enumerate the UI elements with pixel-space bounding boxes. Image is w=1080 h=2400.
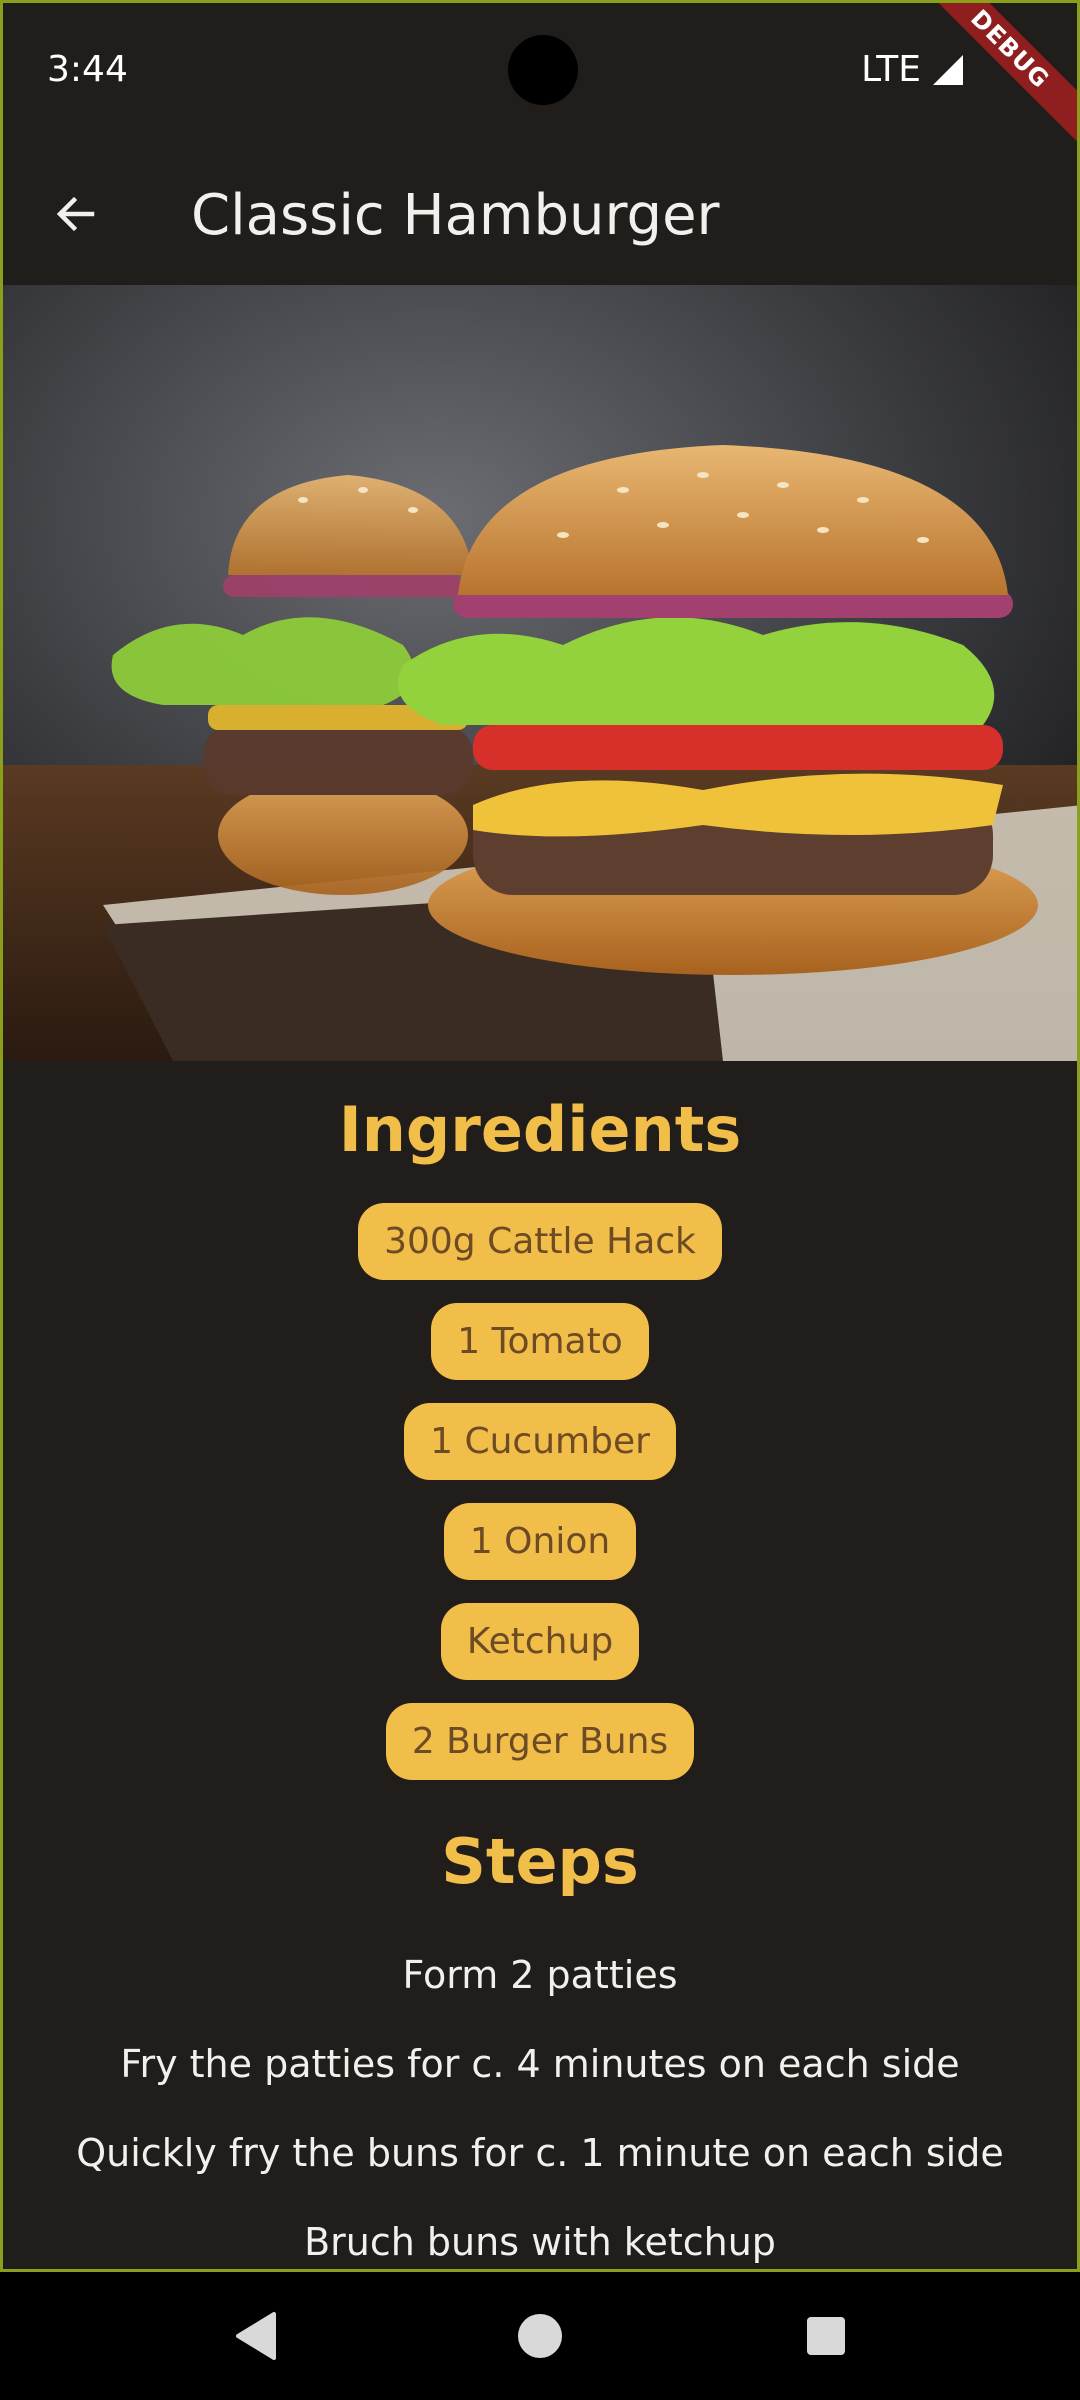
nav-home-icon [518,2314,562,2358]
step-item: Form 2 patties [402,1953,678,1997]
arrow-back-icon [56,196,95,232]
system-nav-bar [0,2272,1080,2400]
steps-heading: Steps [441,1825,639,1898]
status-bar: 3:44 LTE DEBUG [3,3,1077,144]
ingredients-list: 300g Cattle Hack 1 Tomato 1 Cucumber 1 O… [3,1203,1077,1803]
step-item: Fry the patties for c. 4 minutes on each… [120,2042,960,2086]
step-item: Bruch buns with ketchup [304,2220,776,2264]
ingredient-chip: 1 Cucumber [404,1403,676,1480]
status-time: 3:44 [47,49,128,90]
ingredient-chip: 1 Onion [443,1503,637,1580]
step-item: Quickly fry the buns for c. 1 minute on … [76,2131,1004,2175]
app-bar: Classic Hamburger [3,141,1077,285]
nav-recents-button[interactable] [802,2310,850,2366]
signal-icon [931,53,965,87]
ingredient-chip: 300g Cattle Hack [358,1203,722,1280]
page-title: Classic Hamburger [191,183,720,248]
ingredient-chip: 2 Burger Buns [385,1703,695,1780]
recipe-image [3,285,1077,1061]
back-button[interactable] [33,171,119,257]
camera-cutout [508,35,578,105]
ingredient-chip: Ketchup [440,1603,640,1680]
nav-recents-icon [807,2317,845,2355]
app-screen: 3:44 LTE DEBUG Classic Hamburger Ingredi… [0,0,1080,2272]
ingredient-chip: 1 Tomato [431,1303,649,1380]
network-type: LTE [861,49,921,90]
nav-home-button[interactable] [516,2310,564,2366]
nav-back-button[interactable] [232,2310,280,2366]
nav-back-icon [236,2312,276,2360]
ingredients-heading: Ingredients [338,1093,742,1166]
status-indicators: LTE [861,49,965,90]
steps-list: Form 2 patties Fry the patties for c. 4 … [3,1931,1077,2269]
